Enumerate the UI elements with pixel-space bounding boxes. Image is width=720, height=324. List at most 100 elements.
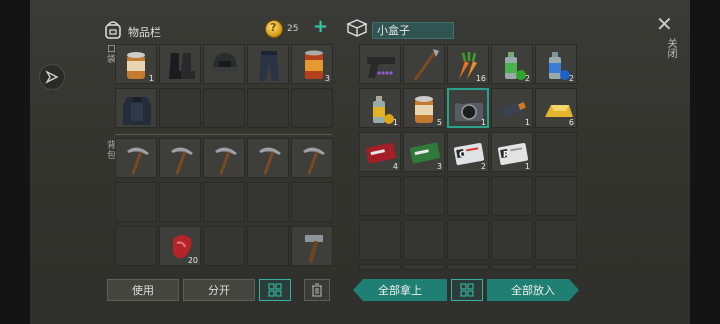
hammer-icon [305,235,323,264]
item-quantity: 4 [392,162,398,171]
container-slot-pistol[interactable] [359,44,401,84]
container-slot-spear[interactable] [403,44,445,84]
pickaxe-icon [303,147,325,175]
backpack-slot-empty[interactable] [247,182,289,222]
pickaxe-icon [215,147,237,175]
backpack-slot-empty[interactable] [115,182,157,222]
item-quantity: 3 [324,74,330,83]
item-quantity: 1 [480,118,486,127]
backpack-slot-empty[interactable] [159,182,201,222]
container-slot-spray-can-blue[interactable]: 2 [535,44,577,84]
container-slot-empty[interactable] [447,176,489,216]
backpack-slot-empty[interactable] [203,226,245,266]
container-slot-camera[interactable]: 1 [447,88,489,128]
container-slot-carrots[interactable]: 16 [447,44,489,84]
close-icon[interactable]: ✕ [656,14,673,34]
backpack-slot-raw-meat[interactable]: 20 [159,226,201,266]
pants-icon [259,51,279,81]
container-slot-empty[interactable] [535,176,577,216]
container-slot-green-coupon[interactable]: 3 [403,132,445,172]
backpack-slot-pickaxe[interactable] [115,138,157,178]
pistol-icon [367,57,395,78]
backpack-slot-hammer[interactable] [291,226,333,266]
backpack-slot-pickaxe[interactable] [247,138,289,178]
backpack-slot-empty[interactable] [247,226,289,266]
container-slot-empty[interactable] [535,132,577,172]
container-slot-empty[interactable] [491,220,533,260]
container-slot-empty [447,264,489,270]
item-quantity: 2 [524,74,530,83]
boots-icon [169,53,195,79]
container-sort-button[interactable] [451,279,483,301]
pocket-slot-canned-food[interactable]: 1 [115,44,157,84]
body-armor-icon [123,97,151,125]
item-quantity: 6 [568,118,574,127]
backpack-slot-pickaxe[interactable] [203,138,245,178]
send-icon[interactable] [39,64,65,90]
container-slot-red-coupon[interactable]: 4 [359,132,401,172]
backpack-slot-empty[interactable] [115,226,157,266]
coin-icon [265,20,283,38]
backpack-slot-pickaxe[interactable] [291,138,333,178]
svg-text:R: R [503,150,509,159]
pocket-slot-canned-soup[interactable]: 3 [291,44,333,84]
sort-grid-button[interactable] [259,279,291,301]
item-quantity: 1 [524,162,530,171]
container-slot-spray-can-yellow[interactable]: 1 [359,88,401,128]
spear-icon [413,49,439,81]
item-quantity: 20 [187,256,198,265]
pocket-slot-empty[interactable] [247,88,289,128]
pocket-slot-empty[interactable] [291,88,333,128]
container-slot-empty[interactable] [359,176,401,216]
use-button[interactable]: 使用 [107,279,179,301]
backpack-slot-pickaxe[interactable] [159,138,201,178]
backpack-slot-empty[interactable] [203,182,245,222]
item-quantity: 16 [475,74,486,83]
put-all-button[interactable]: 全部放入 [487,279,579,301]
container-slot-usb-drive[interactable]: 1 [491,88,533,128]
container-slot-empty[interactable] [403,176,445,216]
item-quantity: 1 [392,118,398,127]
pocket-slot-body-armor[interactable] [115,88,157,128]
item-quantity: 2 [568,74,574,83]
screen-edge-right [690,0,720,324]
screen-edge-left [0,0,30,324]
container-slot-gold-bar[interactable]: 6 [535,88,577,128]
inventory-title: 物品栏 [128,26,161,39]
pocket-slot-empty[interactable] [203,88,245,128]
container-title: 小盒子 [372,22,454,39]
container-slot-card-r[interactable]: R1 [491,132,533,172]
trash-icon [312,283,322,297]
backpack-icon [105,21,121,39]
container-slot-empty [403,264,445,270]
box-icon [346,19,368,37]
container-slot-empty[interactable] [403,220,445,260]
pickaxe-icon [259,147,281,175]
item-quantity: 5 [436,118,442,127]
grid-icon [460,283,474,297]
grid-icon [268,283,282,297]
container-slot-empty[interactable] [447,220,489,260]
pocket-slot-empty[interactable] [159,88,201,128]
container-slot-canned-food[interactable]: 5 [403,88,445,128]
backpack-slot-empty[interactable] [291,182,333,222]
discard-button[interactable] [304,279,330,301]
container-slot-empty[interactable] [359,220,401,260]
container-slot-card-c[interactable]: C2 [447,132,489,172]
take-all-button[interactable]: 全部拿上 [353,279,447,301]
section-divider [115,134,332,135]
split-button[interactable]: 分开 [183,279,255,301]
pocket-slot-helmet[interactable] [203,44,245,84]
pocket-slot-pants[interactable] [247,44,289,84]
coin-count: 25 [287,24,299,34]
close-label: 关闭 [665,38,676,58]
pickaxe-icon [127,147,149,175]
container-slot-empty[interactable] [535,220,577,260]
pocket-slot-boots[interactable] [159,44,201,84]
container-slot-spray-can-green[interactable]: 2 [491,44,533,84]
item-quantity: 1 [148,74,154,83]
container-slot-empty[interactable] [491,176,533,216]
add-coins-button[interactable]: + [313,18,329,36]
container-slot-empty [491,264,533,270]
svg-text:C: C [459,150,465,159]
